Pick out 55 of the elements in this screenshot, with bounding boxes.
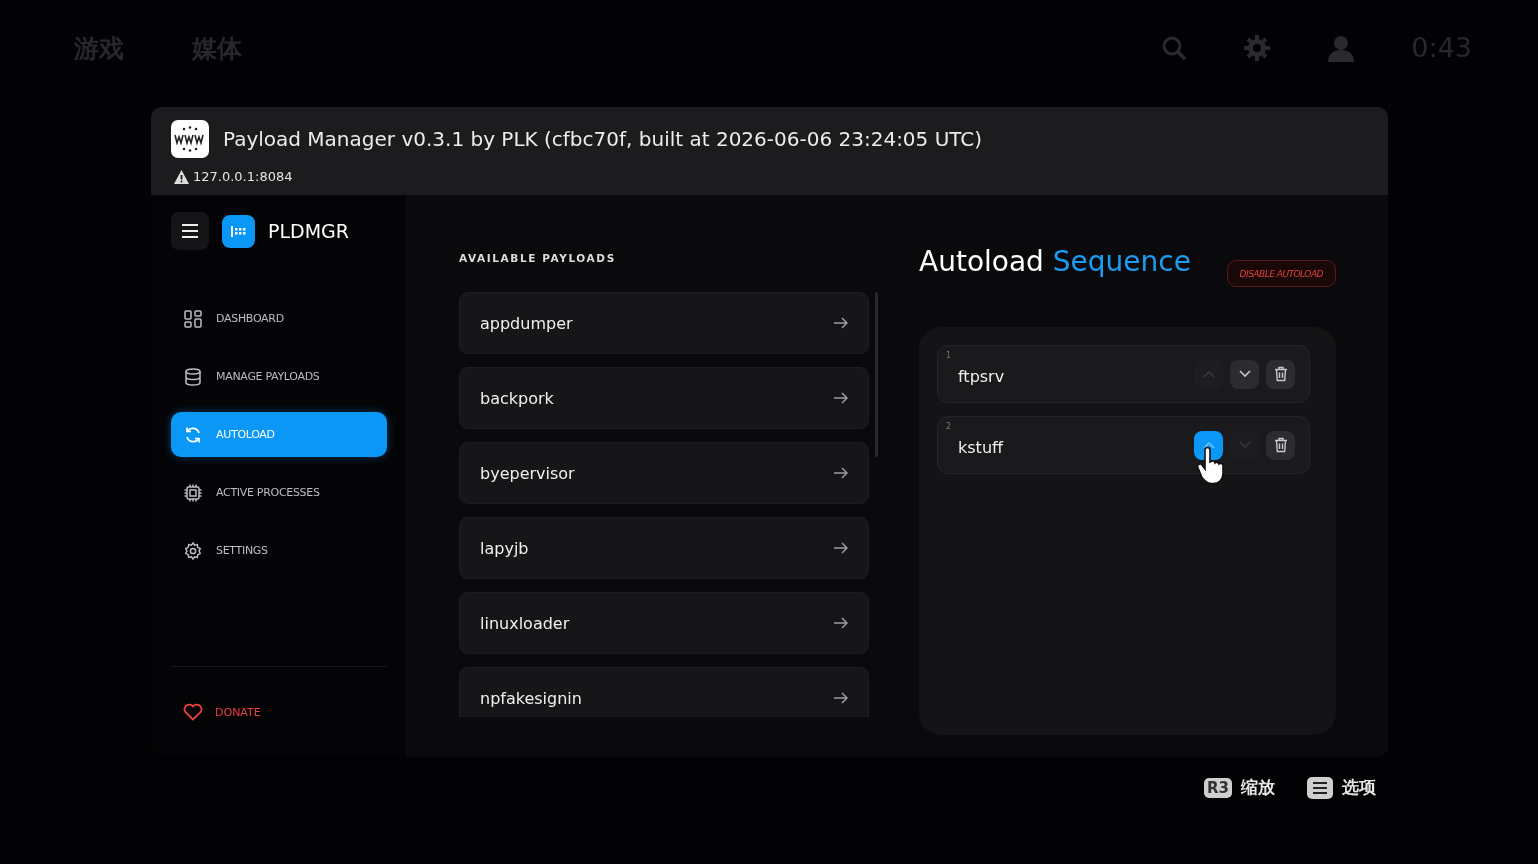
dashboard-icon <box>184 309 202 328</box>
chip-icon <box>184 483 202 502</box>
arrow-right-icon <box>834 317 848 329</box>
settings-icon <box>184 541 202 560</box>
warning-icon <box>174 169 189 184</box>
arrow-right-icon <box>834 392 848 404</box>
database-icon <box>184 367 202 386</box>
disable-autoload-button[interactable]: DISABLE AUTOLOAD <box>1226 260 1336 287</box>
hint-label: 选项 <box>1342 776 1376 799</box>
nav-item[interactable]: ACTIVE PROCESSES <box>171 470 387 515</box>
nav-item[interactable]: MANAGE PAYLOADS <box>171 354 387 399</box>
sequence-number: 2 <box>946 422 952 431</box>
chevron-down-icon <box>1238 441 1251 449</box>
payload-item[interactable]: npfakesignin <box>459 667 869 717</box>
trash-icon <box>1273 437 1288 453</box>
arrow-right-icon <box>834 692 848 704</box>
scrollbar[interactable] <box>875 292 878 457</box>
arrow-right-icon <box>834 467 848 479</box>
app-name: PLDMGR <box>268 220 349 242</box>
page-address: 127.0.0.1:8084 <box>193 169 293 184</box>
refresh-icon <box>184 425 202 444</box>
payload-name: kstuff <box>958 437 1005 457</box>
chevron-up-icon <box>1202 370 1215 378</box>
window-title: Payload Manager v0.3.1 by PLK (cfbc70f, built at 2026-06-06 23:24:05 UTC) <box>223 127 983 151</box>
search-icon[interactable] <box>1161 34 1188 61</box>
logo-icon <box>222 214 255 248</box>
hint-label: 缩放 <box>1241 776 1275 799</box>
delete-button[interactable] <box>1266 359 1295 389</box>
section-heading: AVAILABLE PAYLOADS <box>459 252 617 264</box>
payload-item[interactable]: backpork <box>459 367 869 429</box>
options-button-icon <box>1307 776 1333 799</box>
menu-button[interactable] <box>171 212 209 250</box>
trash-icon <box>1273 366 1288 382</box>
user-icon[interactable] <box>1327 33 1356 62</box>
chevron-down-icon <box>1238 370 1251 378</box>
arrow-right-icon <box>834 542 848 554</box>
menu-icon <box>182 224 198 238</box>
payload-item[interactable]: lapyjb <box>459 517 869 579</box>
payload-item[interactable]: appdumper <box>459 292 869 354</box>
move-down-button[interactable] <box>1230 359 1259 389</box>
arrow-right-icon <box>834 617 848 629</box>
r3-button-icon: R3 <box>1204 777 1232 798</box>
nav-item[interactable]: DASHBOARD <box>171 296 387 341</box>
heart-icon <box>183 703 203 721</box>
nav-item[interactable]: SETTINGS <box>171 528 387 573</box>
page-title: Autoload Sequence <box>919 245 1191 278</box>
chevron-up-icon <box>1202 441 1215 449</box>
sequence-number: 1 <box>946 351 952 360</box>
payload-item[interactable]: byepervisor <box>459 442 869 504</box>
payload-item[interactable]: linuxloader <box>459 592 869 654</box>
settings-icon[interactable] <box>1243 33 1272 62</box>
delete-button[interactable] <box>1266 430 1295 460</box>
web-page-icon <box>171 120 209 158</box>
payload-name: ftpsrv <box>958 366 1006 386</box>
donate-link[interactable]: DONATE <box>171 703 273 721</box>
